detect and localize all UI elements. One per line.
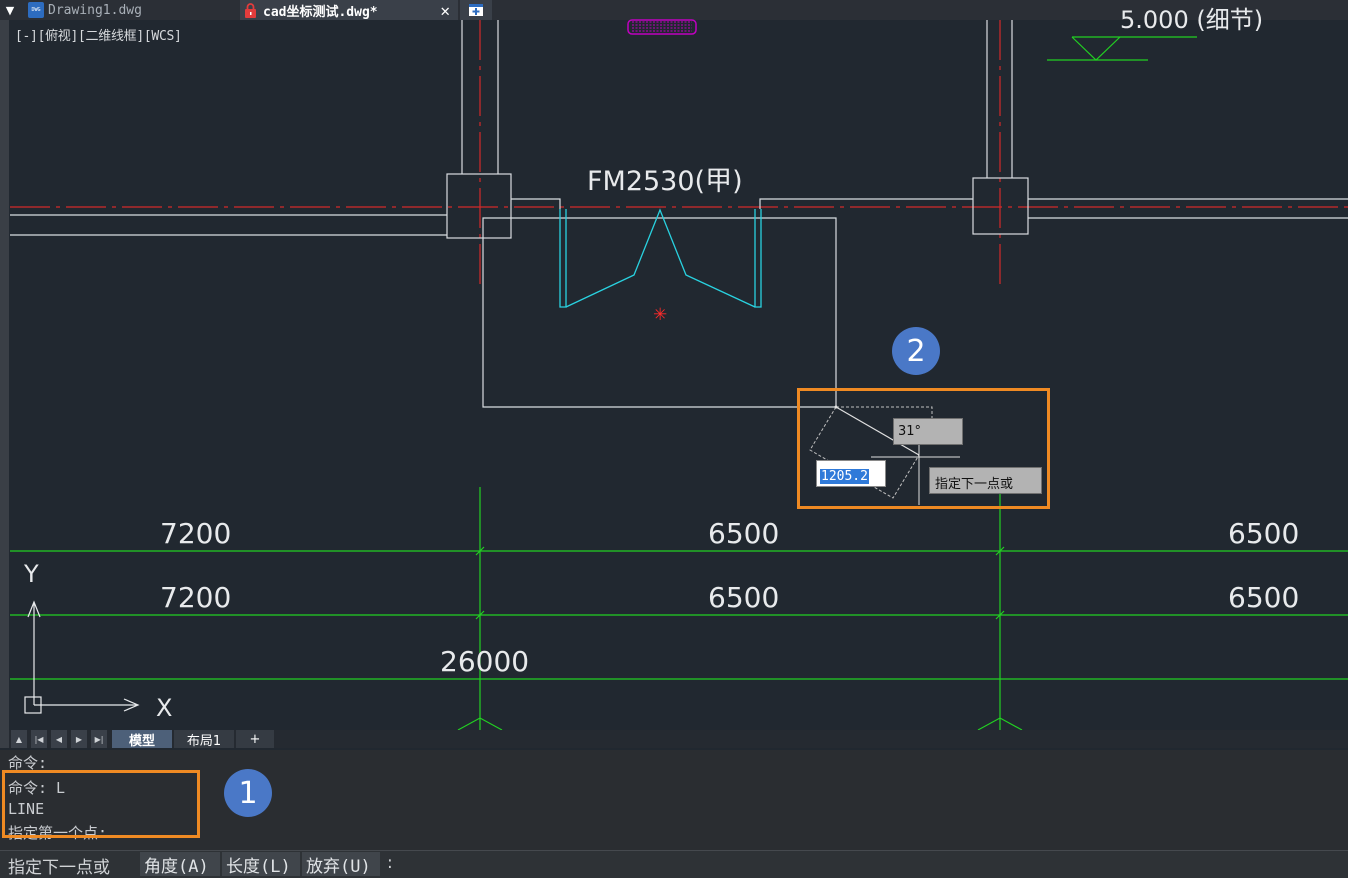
ucs-y-label: Y xyxy=(23,560,39,588)
door-symbol xyxy=(559,208,762,308)
next-layout-icon[interactable]: ▶ xyxy=(71,730,88,748)
option-angle-button[interactable]: 角度(A) xyxy=(140,852,220,877)
viewport-controls[interactable]: [-][俯视][二维线框][WCS] xyxy=(15,25,182,44)
dimension-text: 6500 xyxy=(1228,581,1299,614)
step-badge-2: 2 xyxy=(892,327,940,375)
last-layout-icon[interactable]: ▶| xyxy=(91,730,108,748)
elevation-text: 5.000 (细节) xyxy=(1120,6,1263,34)
door-label: FM2530(甲) xyxy=(587,166,743,197)
command-prompt: 指定下一点或 xyxy=(8,858,110,878)
step-badge-1: 1 xyxy=(224,769,272,817)
elevation-marker: 5.000 (细节) xyxy=(1047,6,1263,61)
ucs-icon xyxy=(24,600,140,714)
option-length-button[interactable]: 长度(L) xyxy=(222,852,300,877)
snap-marker-icon: ✳ xyxy=(653,305,667,325)
dimension-text: 6500 xyxy=(708,581,779,614)
command-history: 命令: 命令: L LINE 指定第一个点: xyxy=(0,750,1348,850)
dimension-text: 7200 xyxy=(160,581,231,614)
hatch-pattern xyxy=(627,19,697,35)
option-undo-button[interactable]: 放弃(U) xyxy=(302,852,380,877)
first-layout-icon[interactable]: |◀ xyxy=(31,730,48,748)
highlight-box-dynamic-input xyxy=(797,388,1050,509)
dimension-total-text: 26000 xyxy=(440,645,529,678)
tab-layout1[interactable]: 布局1 xyxy=(174,730,234,749)
tab-model[interactable]: 模型 xyxy=(112,730,172,749)
dimension-text: 7200 xyxy=(160,517,231,550)
command-line[interactable]: 指定下一点或 角度(A) 长度(L) 放弃(U) : xyxy=(0,850,1348,878)
highlight-box-command-history xyxy=(2,770,200,838)
scroll-up-icon[interactable]: ▲ xyxy=(11,730,28,748)
add-layout-button[interactable]: + xyxy=(236,730,274,748)
dimension-text: 6500 xyxy=(1228,517,1299,550)
command-colon: : xyxy=(387,853,393,873)
walls xyxy=(10,20,1348,408)
layout-tab-bar: ▲ |◀ ◀ ▶ ▶| 模型 布局1 + xyxy=(9,730,1348,749)
dimension-text: 6500 xyxy=(708,517,779,550)
ucs-x-label: X xyxy=(156,694,172,722)
prev-layout-icon[interactable]: ◀ xyxy=(51,730,68,748)
